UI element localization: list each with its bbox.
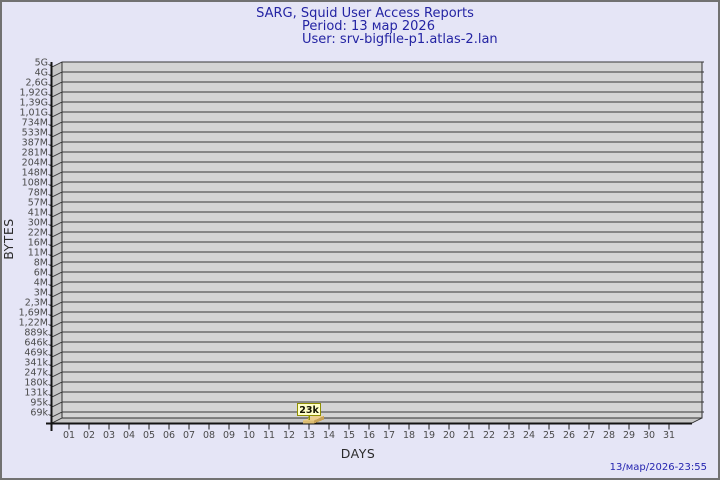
x-tick-label: 05 bbox=[143, 430, 155, 441]
x-tick-label: 19 bbox=[423, 430, 435, 441]
plot-backplane bbox=[62, 62, 702, 418]
x-tick-label: 15 bbox=[343, 430, 355, 441]
y-tick-label: 69k bbox=[30, 408, 48, 419]
x-tick-label: 16 bbox=[363, 430, 375, 441]
x-tick-label: 31 bbox=[663, 430, 675, 441]
x-tick-label: 07 bbox=[183, 430, 195, 441]
sarg-chart-canvas: SARG, Squid User Access Reports Period: … bbox=[0, 0, 720, 480]
x-tick-label: 17 bbox=[383, 430, 395, 441]
x-tick-label: 20 bbox=[443, 430, 455, 441]
y-axis-title: BYTES bbox=[1, 218, 16, 260]
report-user: User: srv-bigfile-p1.atlas-2.lan bbox=[302, 32, 498, 47]
x-tick-label: 08 bbox=[203, 430, 215, 441]
sarg-report-page: SARG, Squid User Access Reports Period: … bbox=[0, 0, 720, 480]
x-tick-label: 18 bbox=[403, 430, 415, 441]
x-tick-label: 28 bbox=[603, 430, 615, 441]
x-axis-ticks: 01 02 03 04 05 06 07 08 09 10 11 12 13 14 15 16 17 18 19 20… bbox=[63, 424, 675, 441]
x-tick-label: 26 bbox=[563, 430, 575, 441]
report-timestamp: 13/мар/2026-23:55 bbox=[610, 462, 707, 473]
x-tick-label: 13 bbox=[303, 430, 315, 441]
value-flag-label: 23k bbox=[299, 405, 319, 416]
x-tick-label: 25 bbox=[543, 430, 555, 441]
x-tick-label: 24 bbox=[523, 430, 535, 441]
x-tick-label: 21 bbox=[463, 430, 475, 441]
x-tick-label: 27 bbox=[583, 430, 595, 441]
x-tick-label: 12 bbox=[283, 430, 295, 441]
x-tick-label: 04 bbox=[123, 430, 135, 441]
x-tick-label: 06 bbox=[163, 430, 175, 441]
x-axis-title: DAYS bbox=[341, 446, 376, 461]
plot-floor bbox=[52, 418, 702, 423]
x-tick-label: 14 bbox=[323, 430, 335, 441]
x-tick-label: 11 bbox=[263, 430, 275, 441]
x-tick-label: 30 bbox=[643, 430, 655, 441]
x-tick-label: 09 bbox=[223, 430, 235, 441]
x-tick-label: 29 bbox=[623, 430, 635, 441]
x-tick-label: 01 bbox=[63, 430, 75, 441]
bar-front-face bbox=[303, 421, 314, 424]
x-tick-label: 03 bbox=[103, 430, 115, 441]
x-tick-label: 02 bbox=[83, 430, 95, 441]
y-axis-ticks: 5G4G2,6G1,92G1,39G1,01G734M533M387M281M2… bbox=[19, 58, 52, 419]
x-tick-label: 23 bbox=[503, 430, 515, 441]
x-tick-label: 22 bbox=[483, 430, 495, 441]
plot-area: 5G4G2,6G1,92G1,39G1,01G734M533M387M281M2… bbox=[19, 58, 704, 442]
x-tick-label: 10 bbox=[243, 430, 255, 441]
